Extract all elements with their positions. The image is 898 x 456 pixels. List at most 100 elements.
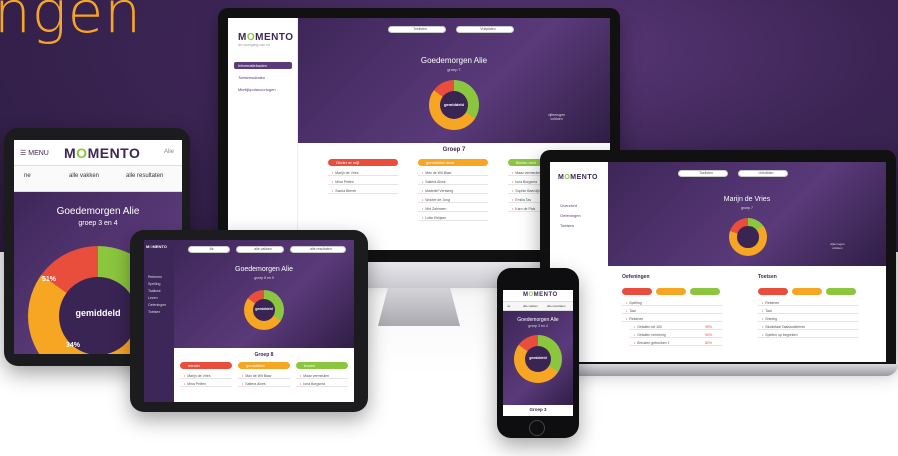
tablet-center-nav-1[interactable]: Rekenen	[144, 274, 162, 281]
laptop-hero: Toelisten Uitroltden Marijn de Vries gro…	[608, 162, 886, 266]
imac-filter-pill-1[interactable]: Toelisten	[388, 26, 446, 33]
laptop-tag-green	[690, 288, 720, 295]
tablet-left-tab-1[interactable]: ne	[24, 173, 31, 179]
list-item[interactable]: Mirt Zahirwen	[418, 206, 488, 212]
phone-nav-3[interactable]: alle resultaten	[547, 304, 566, 308]
tablet-center-nav-4[interactable]: Lezen	[144, 295, 158, 302]
laptop-tag-orange-2	[792, 288, 822, 295]
list-item[interactable]: Marijn de Vries	[180, 373, 232, 379]
laptop-sidebar-tests[interactable]: Toetsen	[556, 222, 574, 229]
laptop-section-exercises: Oefeningen	[622, 274, 650, 280]
phone-subtitle: groep 3 en 4	[528, 324, 548, 328]
phone-device: MOMENTO ne alle vakken alle resultaten G…	[497, 268, 579, 438]
laptop-tag-orange	[656, 288, 686, 295]
list-item[interactable]: Madelief Versteeg	[418, 188, 488, 194]
table-row[interactable]: Getallen tot 100 95%	[630, 324, 722, 330]
list-item[interactable]: Spellen op begreben	[758, 332, 858, 338]
imac-tagline: de voortgang van nu	[238, 43, 270, 47]
tablet-center-pill-2[interactable]: alle vakken	[236, 246, 284, 253]
list-item[interactable]: Saltera Alves	[418, 179, 488, 185]
tablet-center-nav-3[interactable]: Taalkwe	[144, 288, 161, 295]
imac-logo: MOMENTO	[238, 32, 294, 43]
laptop-tag-red	[622, 288, 652, 295]
tablet-center-donut-chart: gemiddeld	[244, 290, 284, 330]
tablet-left-pct-bottom: 34%	[66, 342, 81, 349]
laptop-side-note: vijfenrugen voldoen	[830, 242, 845, 250]
laptop-section-tests: Toetsen	[758, 274, 777, 280]
tablet-center-pill-3[interactable]: alle resultaten	[290, 246, 346, 253]
laptop-student-name: Marijn de Vries	[723, 196, 771, 203]
list-item[interactable]: Wouter de Jong	[418, 197, 488, 203]
laptop-donut-chart	[729, 218, 767, 256]
laptop-filter-pill-1[interactable]: Toelisten	[678, 170, 728, 177]
imac-col-head-2: gemiddeld deze	[418, 159, 488, 166]
phone-donut-label: gemiddeld	[529, 356, 547, 360]
tablet-center-donut-label: gemiddeld	[255, 307, 273, 311]
phone-screen: MOMENTO ne alle vakken alle resultaten G…	[503, 290, 573, 416]
list-item[interactable]: Studietaal Taalstudieleren	[758, 324, 858, 330]
list-item[interactable]: Taal	[622, 308, 722, 314]
list-item[interactable]: Spelling	[622, 300, 722, 306]
phone-hero: Goedemorgen Alie groep 3 en 4 gemiddeld	[503, 311, 573, 405]
imac-sidebar-item-info[interactable]: Informatiebaden	[234, 62, 292, 69]
list-item[interactable]: Rekenen	[758, 300, 858, 306]
tablet-center-device: MOMENTO Rekenen Spelling Taalkwe Lezen O…	[130, 230, 368, 412]
phone-home-button[interactable]	[529, 420, 545, 436]
tablet-left-greeting: Goedemorgen Alie	[56, 206, 140, 217]
tablet-center-col-2: gemiddeld	[238, 362, 290, 369]
table-row[interactable]: Getallen vermenig 90%	[630, 332, 722, 338]
phone-greeting: Goedemorgen Alie	[517, 317, 559, 323]
tablet-center-greeting: Goedemorgen Alie	[235, 266, 293, 273]
phone-nav-2[interactable]: alle vakken	[523, 304, 538, 308]
table-row[interactable]: Breuken gebruiken 1 82%	[630, 340, 722, 346]
tablet-left-pct-top: 51%	[42, 276, 57, 283]
headline: ngen	[0, 0, 143, 46]
tablet-center-subtitle: groep 8 en 9	[254, 276, 274, 280]
laptop-filter-pill-2[interactable]: Uitroltden	[738, 170, 788, 177]
imac-side-note: vijfenrugen voldoen	[548, 113, 566, 121]
tablet-center-screen: MOMENTO Rekenen Spelling Taalkwe Lezen O…	[144, 240, 354, 402]
imac-filter-pill-2[interactable]: Vuitplaten	[456, 26, 514, 33]
tablet-center-logo: MOMENTO	[146, 244, 167, 249]
laptop-screen: MOMENTO Overzicht Oefeningen Toetsen Toe…	[550, 162, 886, 362]
laptop-sidebar-exercises[interactable]: Oefeningen	[556, 212, 581, 219]
imac-greeting: Goedemorgen Alie	[420, 56, 488, 65]
laptop-tag-red-2	[758, 288, 788, 295]
tablet-center-group-title: Groep 8	[254, 352, 274, 358]
laptop-sidebar-overview[interactable]: Overzicht	[556, 202, 577, 209]
imac-sidebar-item-results[interactable]: Toetsresultaten	[234, 74, 292, 81]
tablet-center-hero: Mr. alle vakken alle resultaten Goedemor…	[174, 240, 354, 348]
phone-donut-chart: gemiddeld	[514, 335, 562, 383]
list-item[interactable]: Marijn de Vries	[328, 170, 398, 176]
list-item[interactable]: Sheelig	[758, 316, 858, 322]
phone-logo: MOMENTO	[523, 292, 558, 298]
list-item[interactable]: Sacha Bierek	[328, 188, 398, 194]
imac-donut-label: gemiddeld	[443, 102, 464, 107]
imac-subtitle: groep 7	[447, 67, 461, 72]
imac-donut-chart: gemiddeld	[429, 80, 479, 130]
tablet-center-pill-1[interactable]: Mr.	[188, 246, 230, 253]
list-item[interactable]: Mina Petten	[180, 381, 232, 387]
list-item[interactable]: Maaz vermeulen	[296, 373, 348, 379]
tablet-center-nav-2[interactable]: Spelling	[144, 281, 160, 288]
imac-sidebar-item-moments[interactable]: Mietiijkpotacoorlogen	[234, 86, 292, 93]
tablet-center-col-3: boven	[296, 362, 348, 369]
list-item[interactable]: Lotte Kleijsen	[418, 215, 488, 221]
tablet-left-logo: MOMENTO	[64, 145, 141, 161]
phone-nav-1[interactable]: ne	[507, 304, 510, 308]
tablet-left-donut-label: gemiddeld	[75, 308, 121, 318]
list-item[interactable]: Saltera Alves	[238, 381, 290, 387]
list-item[interactable]: Rekenen	[622, 316, 722, 322]
tablet-left-tab-3[interactable]: alle resultaten	[126, 173, 163, 179]
imac-hero: Toelisten Vuitplaten Goedemorgen Alie gr…	[298, 18, 610, 143]
tablet-left-tab-2[interactable]: alle vakken	[69, 173, 99, 179]
laptop-tag-green-2	[826, 288, 856, 295]
list-item[interactable]: Taal	[758, 308, 858, 314]
tablet-center-col-1: minder	[180, 362, 232, 369]
tablet-left-menu-button[interactable]: ☰ MENU	[20, 149, 49, 157]
tablet-left-user[interactable]: Alie	[164, 149, 174, 155]
list-item[interactable]: Max de Wit Blaw	[238, 373, 290, 379]
list-item[interactable]: Mina Petten	[328, 179, 398, 185]
list-item[interactable]: Iona Borgsma	[296, 381, 348, 387]
list-item[interactable]: Max de Wit Blaw	[418, 170, 488, 176]
